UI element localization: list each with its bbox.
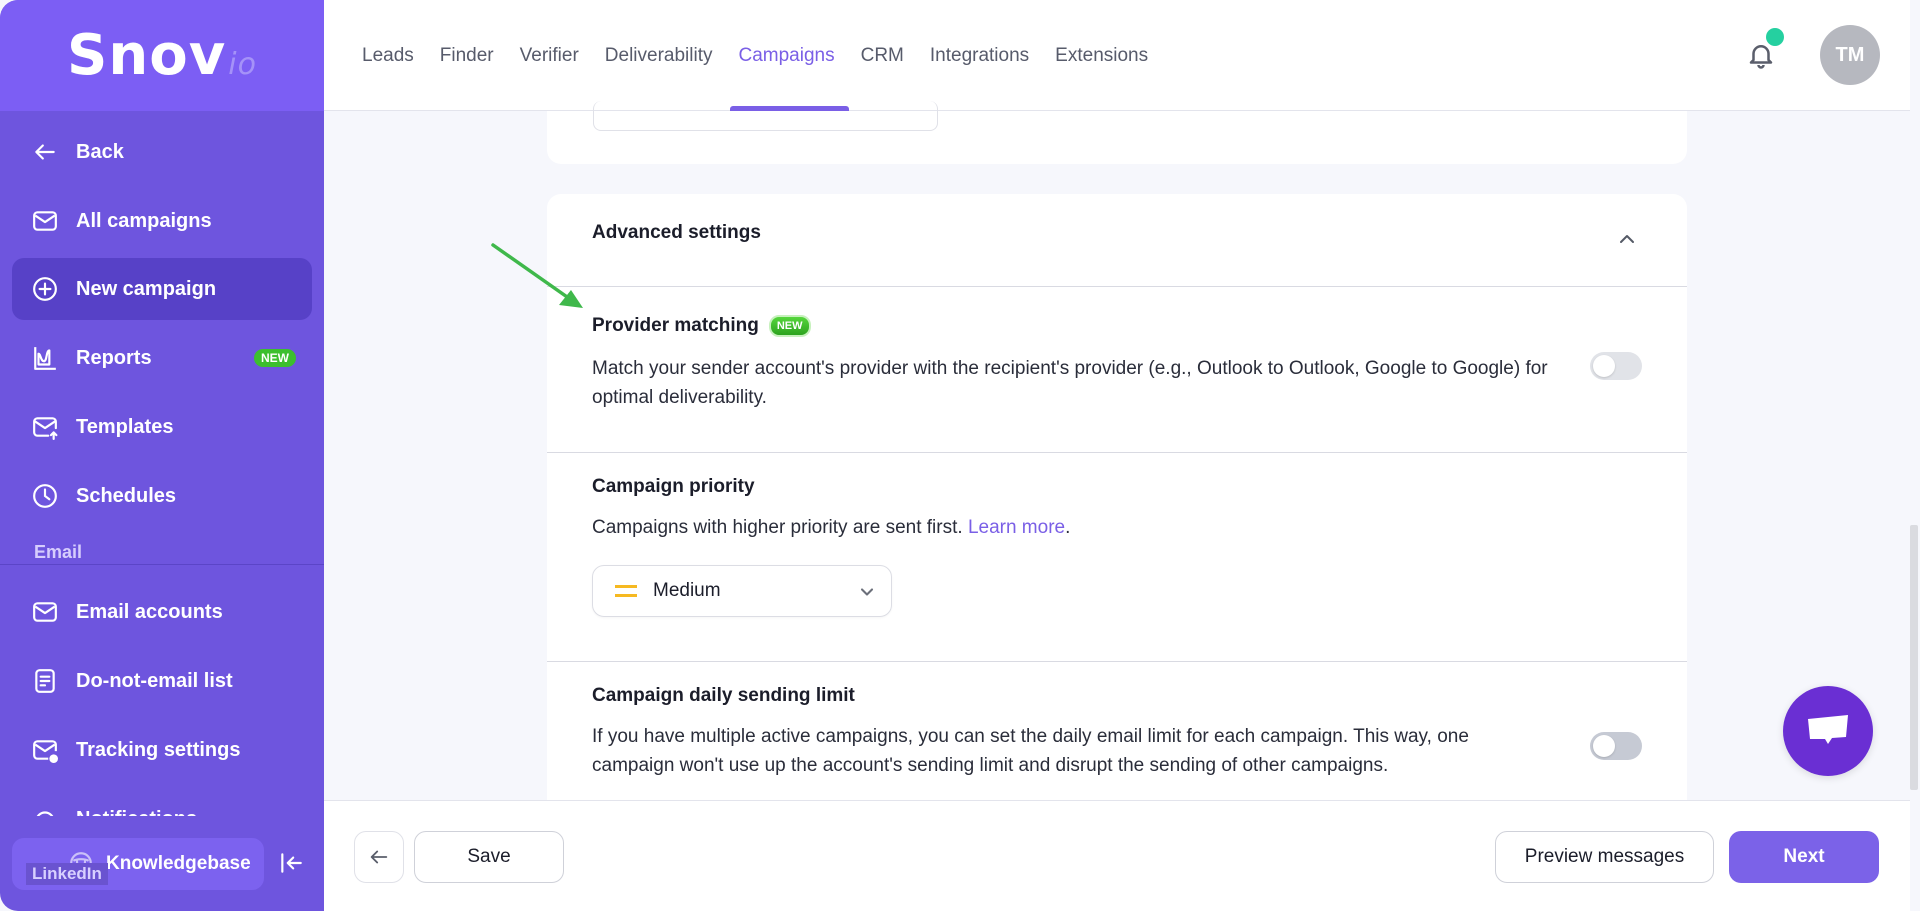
document-icon — [32, 668, 58, 694]
campaign-priority-setting: Campaign priority Campaigns with higher … — [547, 453, 1687, 662]
arrow-left-icon — [370, 850, 388, 864]
tab-integrations[interactable]: Integrations — [930, 0, 1029, 111]
top-nav: Leads Finder Verifier Deliverability Cam… — [362, 0, 1174, 111]
sidebar-item-new-campaign[interactable]: New campaign — [12, 258, 312, 320]
avatar[interactable]: TM — [1820, 25, 1880, 85]
tab-deliverability[interactable]: Deliverability — [605, 0, 713, 111]
bell-icon — [32, 806, 58, 816]
envelope-dot-icon — [32, 737, 58, 763]
footer-bar: Save Preview messages Next — [324, 800, 1910, 911]
provider-matching-description: Match your sender account's provider wit… — [592, 358, 1548, 408]
campaign-priority-description: Campaigns with higher priority are sent … — [592, 513, 1552, 542]
logo-area: Snovio — [0, 0, 324, 111]
clock-icon — [32, 483, 58, 509]
chart-icon — [32, 345, 58, 371]
sidebar-item-schedules[interactable]: Schedules — [12, 465, 312, 527]
toggle-knob — [1593, 355, 1615, 377]
sidebar-item-label: Do-not-email list — [76, 669, 233, 692]
sidebar-item-label: Notifications — [76, 808, 197, 817]
collapse-sidebar-icon[interactable] — [278, 850, 304, 876]
sidebar-item-label: Schedules — [76, 484, 177, 507]
sidebar-item-label: Email accounts — [76, 600, 223, 623]
daily-sending-limit-setting: Campaign daily sending limit If you have… — [547, 662, 1687, 800]
sidebar-item-label: Reports — [76, 346, 152, 369]
sidebar-item-reports[interactable]: Reports NEW — [12, 327, 312, 389]
sidebar-item-back[interactable]: Back — [12, 121, 312, 183]
next-button[interactable]: Next — [1729, 831, 1879, 883]
tab-leads[interactable]: Leads — [362, 0, 414, 111]
daily-limit-toggle[interactable] — [1590, 732, 1642, 760]
envelope-icon — [32, 599, 58, 625]
section-label-email: Email — [34, 542, 83, 562]
chat-icon — [1808, 715, 1848, 744]
sidebar-item-email-accounts[interactable]: Email accounts — [12, 581, 312, 643]
sidebar-nav: Back All campaigns New campaign Reports … — [0, 111, 324, 816]
tab-campaigns[interactable]: Campaigns — [730, 0, 849, 111]
advanced-settings-title: Advanced settings — [592, 222, 761, 243]
sidebar: Snovio Back All campaigns New campaign R… — [0, 0, 324, 911]
preview-messages-button[interactable]: Preview messages — [1495, 831, 1714, 883]
chevron-up-icon[interactable] — [1615, 227, 1639, 251]
linkedin-tag: LinkedIn — [26, 863, 108, 885]
chat-button[interactable] — [1783, 686, 1873, 776]
advanced-settings-card: Advanced settings Provider matching NEW … — [547, 194, 1687, 800]
campaign-priority-title: Campaign priority — [592, 476, 755, 497]
provider-matching-setting: Provider matching NEW Match your sender … — [547, 287, 1687, 453]
scrollbar-thumb[interactable] — [1910, 525, 1918, 790]
new-badge: NEW — [768, 315, 811, 337]
daily-limit-description: If you have multiple active campaigns, y… — [592, 726, 1469, 776]
daily-limit-title: Campaign daily sending limit — [592, 685, 855, 706]
logo-text: Snov — [67, 23, 227, 88]
previous-input[interactable] — [593, 101, 938, 131]
sidebar-item-label: Tracking settings — [76, 738, 241, 761]
sidebar-item-notifications[interactable]: Notifications — [12, 788, 312, 816]
tab-extensions[interactable]: Extensions — [1055, 0, 1148, 111]
arrow-left-icon — [32, 139, 58, 165]
tab-verifier[interactable]: Verifier — [520, 0, 579, 111]
new-badge: NEW — [254, 349, 296, 367]
sidebar-item-templates[interactable]: Templates — [12, 396, 312, 458]
logo-suffix: io — [228, 47, 257, 82]
sidebar-item-label: New campaign — [76, 277, 217, 300]
sidebar-item-label: Back — [76, 140, 124, 163]
learn-more-link[interactable]: Learn more — [968, 517, 1065, 538]
sidebar-item-all-campaigns[interactable]: All campaigns — [12, 190, 312, 252]
priority-description-text: Campaigns with higher priority are sent … — [592, 517, 968, 538]
priority-select[interactable]: Medium — [592, 565, 892, 617]
sidebar-item-label: Templates — [76, 415, 174, 438]
save-button[interactable]: Save — [414, 831, 564, 883]
notification-dot — [1766, 28, 1784, 46]
provider-matching-toggle[interactable] — [1590, 352, 1642, 380]
sidebar-item-label: All campaigns — [76, 209, 212, 232]
priority-selected-value: Medium — [653, 580, 721, 601]
envelope-icon — [32, 208, 58, 234]
medium-priority-icon — [615, 585, 637, 597]
envelope-upload-icon — [32, 414, 58, 440]
tab-finder[interactable]: Finder — [440, 0, 494, 111]
provider-matching-title: Provider matching NEW — [592, 315, 811, 337]
sidebar-item-do-not-email-list[interactable]: Do-not-email list — [12, 650, 312, 712]
previous-settings-card — [547, 101, 1687, 164]
back-button[interactable] — [354, 831, 404, 883]
top-bar: Leads Finder Verifier Deliverability Cam… — [324, 0, 1910, 111]
tab-crm[interactable]: CRM — [861, 0, 904, 111]
provider-matching-label: Provider matching — [592, 315, 759, 336]
toggle-knob — [1593, 735, 1615, 757]
knowledgebase-label: Knowledgebase — [106, 853, 251, 874]
logo[interactable]: Snovio — [67, 23, 257, 88]
sidebar-item-tracking-settings[interactable]: Tracking settings — [12, 719, 312, 781]
chevron-down-icon — [857, 582, 877, 602]
priority-description-period: . — [1065, 517, 1071, 538]
plus-circle-icon — [32, 276, 58, 302]
advanced-settings-header[interactable]: Advanced settings — [547, 194, 1687, 287]
section-divider — [0, 564, 324, 565]
